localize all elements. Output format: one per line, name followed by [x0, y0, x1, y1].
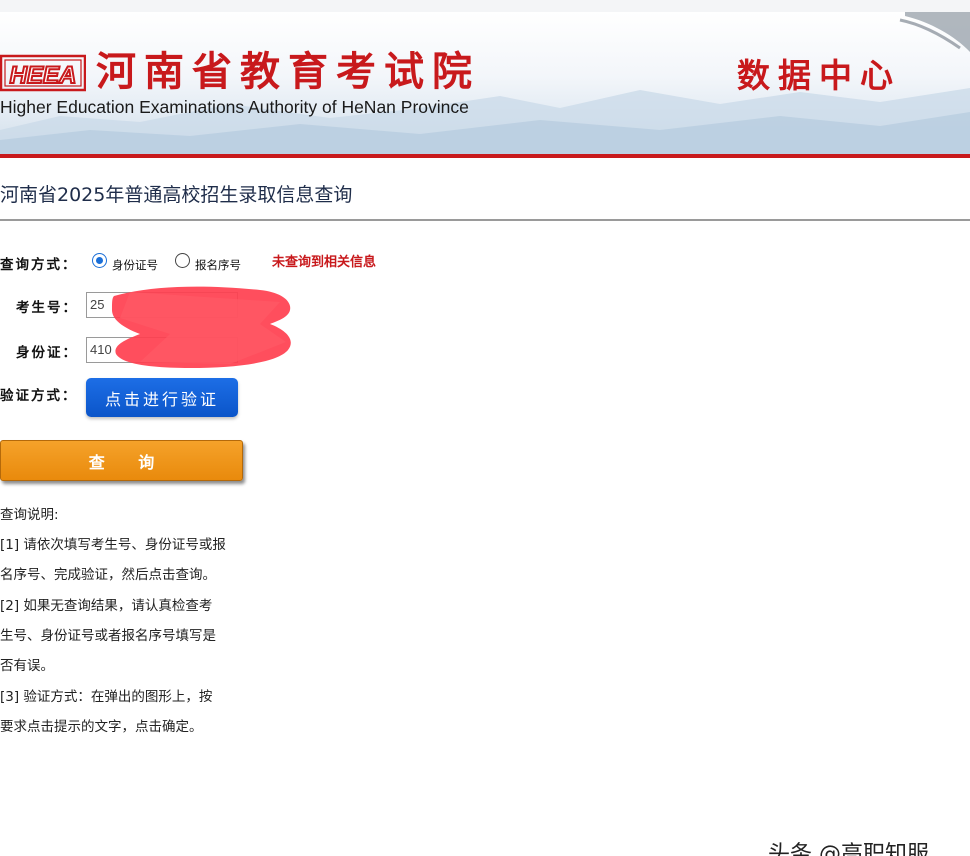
instruction-line: 名序号、完成验证，然后点击查询。 — [0, 567, 216, 583]
logo-lettering: HEEA — [10, 62, 77, 89]
verify-method-label: 验证方式： — [0, 388, 78, 404]
radio-registration-number-label[interactable]: 报名序号 — [195, 257, 241, 273]
site-name: 河南省教育考试院 — [96, 49, 480, 95]
page-title: 河南省2025年普通高校招生录取信息查询 — [0, 184, 353, 206]
error-message: 未查询到相关信息 — [272, 255, 377, 270]
instruction-line: [1] 请依次填写考生号、身份证号或报 — [0, 537, 226, 553]
redaction-overlay — [112, 286, 291, 368]
section-title: 数据中心 — [737, 56, 901, 95]
title-divider — [0, 219, 970, 221]
radio-id-number-label[interactable]: 身份证号 — [112, 257, 158, 273]
header-divider — [0, 154, 970, 158]
heea-logo: HEEA — [0, 54, 86, 92]
instruction-line: 生号、身份证号或者报名序号填写是 — [0, 628, 216, 644]
instructions-title: 查询说明: — [0, 507, 59, 523]
id-number-label: 身份证： — [16, 345, 78, 361]
exam-number-label: 考生号： — [16, 300, 78, 316]
instruction-line: 要求点击提示的文字，点击确定。 — [0, 719, 203, 735]
instruction-line: [3] 验证方式：在弹出的图形上，按 — [0, 689, 213, 705]
instruction-line: [2] 如果无查询结果，请认真检查考 — [0, 598, 213, 614]
query-button[interactable]: 查 询 — [0, 440, 243, 481]
radio-registration-number[interactable] — [175, 253, 190, 268]
verify-button[interactable]: 点击进行验证 — [86, 378, 238, 417]
watermark: 头条 @高职知服 — [768, 842, 929, 856]
site-name-english: Higher Education Examinations Authority … — [0, 97, 469, 117]
query-mode-label: 查询方式： — [0, 257, 78, 273]
radio-id-number[interactable] — [92, 253, 107, 268]
header-banner: HEEA 河南省教育考试院 Higher Education Examinati… — [0, 12, 970, 154]
page: HEEA 河南省教育考试院 Higher Education Examinati… — [0, 0, 970, 856]
instruction-line: 否有误。 — [0, 658, 54, 674]
top-strip — [0, 0, 970, 12]
